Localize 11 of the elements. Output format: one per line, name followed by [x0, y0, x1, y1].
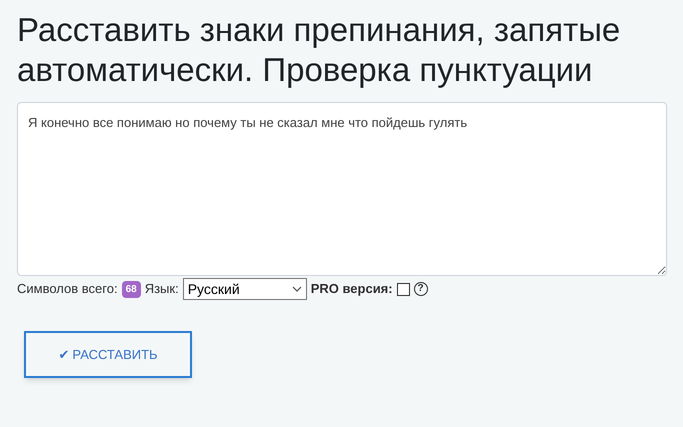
chevron-down-icon — [292, 286, 302, 292]
text-input-field[interactable]: Я конечно все понимаю но почему ты не сказал мне что пойдешь гулять — [17, 102, 667, 276]
submit-button[interactable]: ✔ РАССТАВИТЬ — [24, 331, 192, 378]
pro-checkbox[interactable] — [396, 282, 410, 296]
help-icon[interactable]: ? — [414, 282, 428, 296]
pro-label: PRO версия: — [310, 280, 393, 298]
language-select[interactable]: Русский — [182, 278, 307, 300]
count-label: Символов всего: — [17, 280, 118, 298]
count-badge: 68 — [122, 280, 141, 298]
language-label: Язык: — [144, 280, 179, 298]
page-title: Расставить знаки препинания, запятые автоматически. Проверка пунктуации — [17, 10, 622, 90]
